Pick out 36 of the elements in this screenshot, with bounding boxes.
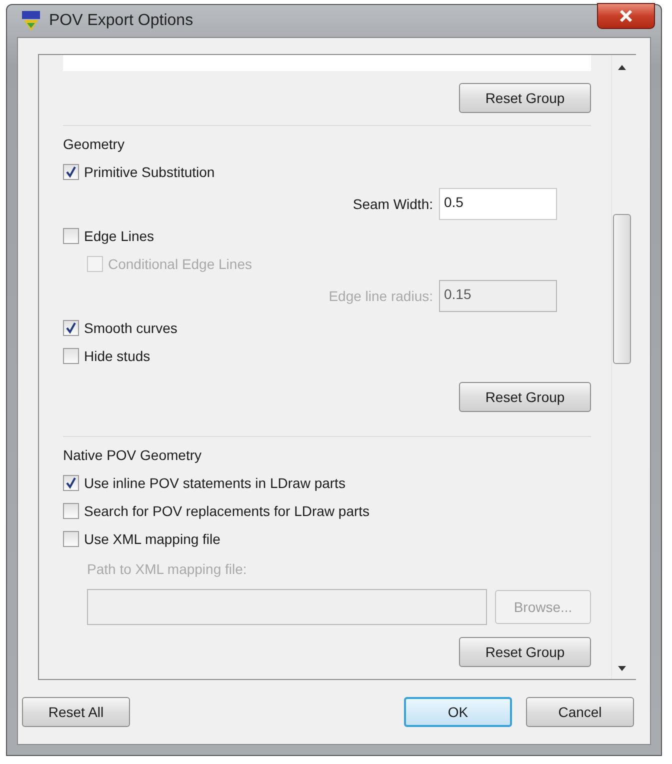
reset-group-button[interactable]: Reset Group [459, 637, 591, 667]
reset-group-button[interactable]: Reset Group [459, 83, 591, 113]
scroll-up-icon[interactable] [618, 65, 626, 70]
field-label: Seam Width: [352, 196, 433, 212]
group-title: Geometry [63, 136, 126, 152]
checkbox-label: Conditional Edge Lines [108, 256, 252, 272]
scroll-down-icon[interactable] [618, 666, 626, 671]
dialog-button[interactable]: OK [404, 697, 512, 727]
checkbox[interactable] [63, 164, 79, 180]
checkbox-label: Use XML mapping file [84, 531, 220, 547]
text-field[interactable] [63, 55, 591, 71]
scroll-thumb[interactable] [613, 214, 631, 364]
input-field[interactable]: 0.5 [439, 188, 557, 220]
reset-group-button[interactable]: Reset Group [459, 382, 591, 412]
checkbox-label: Edge Lines [84, 228, 154, 244]
group-title: Native POV Geometry [63, 447, 202, 463]
checkbox-label: Search for POV replacements for LDraw parts [84, 503, 370, 519]
checkbox-label: Hide studs [84, 348, 150, 364]
checkbox-label: Primitive Substitution [84, 164, 215, 180]
dialog-button[interactable]: Reset All [22, 697, 130, 727]
checkbox[interactable] [63, 348, 79, 364]
checkbox[interactable] [63, 228, 79, 244]
window-title: POV Export Options [49, 12, 194, 30]
app-icon [21, 10, 41, 32]
checkbox-label: Use inline POV statements in LDraw parts [84, 475, 346, 491]
scrollbar[interactable] [611, 55, 632, 679]
close-button[interactable] [597, 3, 655, 29]
field-label: Edge line radius: [328, 288, 433, 304]
checkbox-label: Smooth curves [84, 320, 178, 336]
field-label: Path to XML mapping file: [87, 561, 247, 577]
checkbox[interactable] [63, 531, 79, 547]
checkbox[interactable] [63, 503, 79, 519]
checkbox[interactable] [63, 475, 79, 491]
close-icon [619, 9, 633, 23]
dialog-button[interactable]: Cancel [526, 697, 634, 727]
checkbox[interactable] [63, 320, 79, 336]
